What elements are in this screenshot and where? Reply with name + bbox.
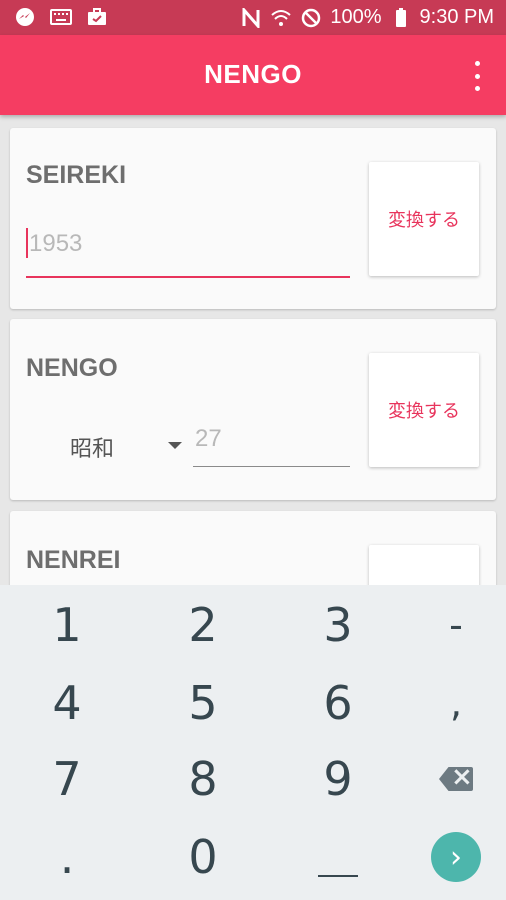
key-7[interactable]: 7: [4, 741, 130, 817]
key-5[interactable]: 5: [140, 665, 266, 741]
nengo-card: NENGO 昭和 27 変換する: [10, 319, 496, 500]
key-period[interactable]: .: [4, 819, 130, 895]
wifi-icon: [270, 8, 292, 28]
chevron-down-icon: [168, 437, 182, 455]
era-dropdown[interactable]: 昭和: [70, 427, 185, 463]
seireki-input-placeholder: 1953: [29, 230, 83, 257]
enter-key[interactable]: ›: [393, 819, 506, 895]
key-0[interactable]: 0: [140, 819, 266, 895]
nenrei-label: NENREI: [26, 546, 121, 574]
seireki-convert-button[interactable]: 変換する: [369, 162, 479, 276]
key-comma[interactable]: ,: [393, 665, 506, 741]
clock: 9:30 PM: [419, 6, 494, 28]
status-bar: 100% 9:30 PM: [0, 0, 506, 35]
nengo-year-input[interactable]: 27: [193, 421, 350, 467]
app-bar: NENGO: [0, 35, 506, 115]
nengo-label: NENGO: [26, 354, 118, 382]
messenger-icon: [14, 7, 36, 27]
key-9[interactable]: 9: [275, 741, 401, 817]
seireki-label: SEIREKI: [26, 161, 127, 189]
backspace-icon: [439, 767, 473, 791]
seireki-card: SEIREKI 1953 変換する: [10, 128, 496, 309]
key-1[interactable]: 1: [4, 587, 130, 663]
battery-percent: 100%: [330, 6, 382, 28]
chevron-right-icon: ›: [431, 832, 481, 882]
nfc-icon: [240, 7, 262, 28]
era-selected-value: 昭和: [70, 437, 115, 462]
seireki-input-underline: [26, 276, 350, 278]
more-vert-icon[interactable]: [470, 61, 484, 91]
nengo-convert-button[interactable]: 変換する: [369, 353, 479, 467]
backspace-key[interactable]: [393, 741, 506, 817]
space-icon: [318, 875, 358, 877]
keyboard-icon: [50, 7, 72, 27]
blocked-icon: [300, 8, 322, 28]
key-2[interactable]: 2: [140, 587, 266, 663]
battery-icon: [390, 7, 412, 28]
key-minus[interactable]: -: [393, 587, 506, 663]
key-3[interactable]: 3: [275, 587, 401, 663]
key-8[interactable]: 8: [140, 741, 266, 817]
key-4[interactable]: 4: [4, 665, 130, 741]
key-6[interactable]: 6: [275, 665, 401, 741]
text-cursor: [26, 228, 28, 258]
nengo-year-placeholder: 27: [195, 425, 222, 452]
briefcase-icon: [86, 7, 108, 27]
space-key[interactable]: [275, 819, 401, 895]
nengo-year-underline: [193, 465, 350, 467]
seireki-input[interactable]: 1953: [26, 226, 350, 278]
app-title: NENGO: [204, 59, 302, 89]
numeric-keyboard: 1 2 3 - 4 5 6 , 7 8 9 . 0 ›: [0, 585, 506, 900]
